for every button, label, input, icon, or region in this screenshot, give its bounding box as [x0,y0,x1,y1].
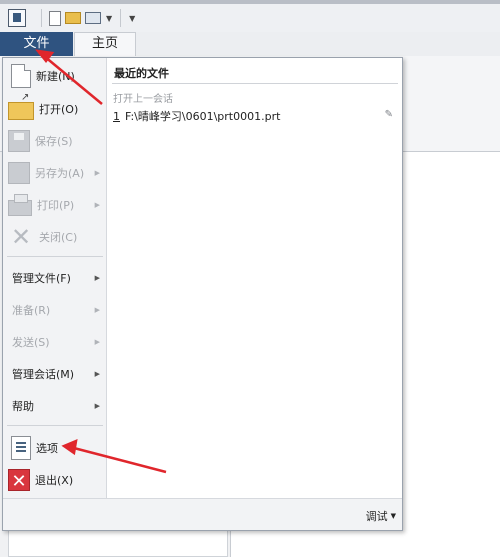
debug-label: 调试 [365,510,388,523]
menu-item-label: 另存为(A) [35,167,85,180]
app-icon[interactable] [8,9,26,27]
chevron-down-icon[interactable]: ▼ [106,14,112,23]
file-menu-footer: 调试 ▼ [3,498,402,530]
recent-files-title: 最近的文件 [114,67,169,80]
save-as-icon [8,162,30,184]
menu-item-print[interactable]: 打印(P) ▶ [3,190,107,220]
pin-icon[interactable]: ✎ [385,109,393,120]
menu-item-label: 准备(R) [12,304,51,317]
menu-item-exit[interactable]: ✕ 退出(X) [3,465,107,495]
options-icon [11,436,31,460]
ribbon-tabs: 文件 主页 [0,32,500,56]
toolbar-separator [41,9,42,27]
new-document-icon[interactable] [49,10,61,26]
recent-file-number: 1 [113,109,120,123]
menu-item-options[interactable]: 选项 [3,433,107,463]
menu-item-send[interactable]: 发送(S) ▶ [3,327,107,357]
exit-icon: ✕ [8,469,30,492]
menu-item-manage-session[interactable]: 管理会话(M) ▶ [3,359,107,389]
menu-item-label: 发送(S) [12,336,50,349]
recent-file-path: F:\晴峰学习\0601\prt0001.prt [125,110,281,123]
debug-button[interactable]: 调试 ▼ [366,508,396,524]
menu-item-label: 打开(O) [39,103,79,116]
menu-item-label: 保存(S) [35,135,73,148]
menu-item-label: 帮助 [12,400,34,413]
menu-item-label: 退出(X) [35,474,74,487]
open-folder-icon[interactable] [65,12,81,24]
chevron-down-icon: ▼ [390,512,396,520]
submenu-arrow-icon: ▶ [94,306,100,314]
menu-item-save[interactable]: 保存(S) [3,126,107,156]
menu-item-label: 打印(P) [37,199,75,212]
submenu-arrow-icon: ▶ [94,338,100,346]
open-folder-icon [8,92,34,120]
submenu-arrow-icon: ▶ [94,201,100,209]
menu-item-label: 选项 [36,442,58,455]
submenu-arrow-icon: ▶ [94,402,100,410]
menu-item-new[interactable]: 新建(N) [3,61,107,91]
menu-divider [7,425,103,426]
menu-item-label: 管理会话(M) [12,368,75,381]
menu-item-label: 管理文件(F) [12,272,71,285]
submenu-arrow-icon: ▶ [94,169,100,177]
menu-item-open[interactable]: 打开(O) [3,92,107,124]
tab-file[interactable]: 文件 [0,32,73,56]
submenu-arrow-icon: ▶ [94,370,100,378]
tab-home[interactable]: 主页 [74,32,136,56]
menu-item-label: 新建(N) [36,70,75,83]
submenu-arrow-icon: ▶ [94,274,100,282]
windows-icon[interactable] [85,12,101,24]
save-icon [8,130,30,152]
menu-item-prepare[interactable]: 准备(R) ▶ [3,295,107,325]
recent-files-panel: 最近的文件 打开上一会话 1 F:\晴峰学习\0601\prt0001.prt … [107,58,402,498]
customize-toolbar-icon[interactable]: ▼ [129,14,135,23]
model-tree-box [8,530,228,557]
menu-divider [7,256,103,257]
open-previous-session[interactable]: 打开上一会话 [113,90,173,105]
menu-item-save-as[interactable]: 另存为(A) ▶ [3,158,107,188]
recent-divider [112,83,398,84]
recent-file-item[interactable]: 1 F:\晴峰学习\0601\prt0001.prt ✎ [113,108,397,124]
menu-item-label: 关闭(C) [39,231,78,244]
menu-item-manage-file[interactable]: 管理文件(F) ▶ [3,263,107,293]
toolbar-separator [120,9,122,27]
close-x-icon: ✕ [10,223,32,251]
quick-access-toolbar: ▼ ▼ [0,4,500,32]
menu-item-close[interactable]: ✕ 关闭(C) [3,222,107,252]
menu-item-help[interactable]: 帮助 ▶ [3,391,107,421]
file-menu-commands: 新建(N) 打开(O) 保存(S) 另存为(A) ▶ 打印(P) ▶ ✕ 关闭(… [3,58,107,498]
new-document-icon [11,64,31,88]
file-menu: 新建(N) 打开(O) 保存(S) 另存为(A) ▶ 打印(P) ▶ ✕ 关闭(… [2,57,403,531]
print-icon [8,194,32,216]
